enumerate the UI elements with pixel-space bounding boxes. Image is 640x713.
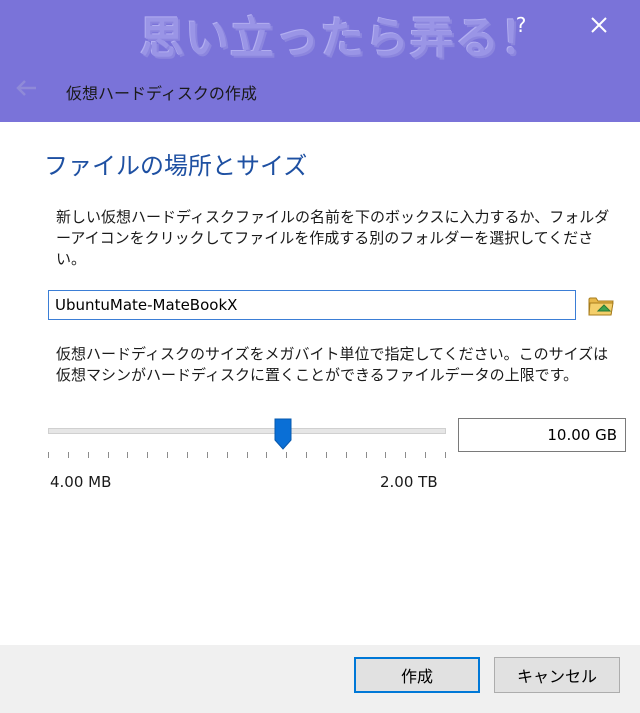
slider-tick [366,452,367,458]
file-name-input[interactable] [48,290,576,320]
slider-tick [286,452,287,458]
slider-tick [147,452,148,458]
slider-tick [88,452,89,458]
slider-tick [266,452,267,458]
slider-tick [207,452,208,458]
slider-tick [187,452,188,458]
close-icon [591,17,607,33]
slider-tick [48,452,49,458]
choose-folder-button[interactable] [586,290,616,320]
size-input[interactable] [458,418,626,452]
slider-min-label: 4.00 MB [50,473,112,491]
slider-tick [167,452,168,458]
location-description: 新しい仮想ハードディスクファイルの名前を下のボックスに入力するか、フォルダーアイ… [56,208,610,268]
watermark-logo: 思い立ったら弄る！ [140,13,545,64]
close-button[interactable] [584,8,614,42]
slider-tick [227,452,228,458]
slider-tick [405,452,406,458]
slider-tick [425,452,426,458]
slider-tick [326,452,327,458]
slider-track[interactable] [48,428,446,434]
slider-max-label: 2.00 TB [380,473,438,491]
slider-tick [68,452,69,458]
dialog-title: 仮想ハードディスクの作成 [66,84,257,103]
slider-tick [306,452,307,458]
slider-tick [108,452,109,458]
slider-tick [346,452,347,458]
back-button[interactable] [12,76,42,100]
create-button[interactable]: 作成 [354,657,480,693]
size-description: 仮想ハードディスクのサイズをメガバイト単位で指定してください。このサイズは仮想マ… [56,345,609,384]
title-bar: 思い立ったら弄る！ ? 仮想ハードディスクの作成 [0,0,640,122]
section-heading: ファイルの場所とサイズ [44,152,308,180]
slider-ticks [48,452,446,460]
slider-tick [127,452,128,458]
help-button[interactable]: ? [510,12,532,38]
size-slider[interactable] [48,418,446,462]
folder-icon [588,297,614,316]
slider-tick [445,452,446,458]
slider-handle[interactable] [274,418,292,450]
cancel-button[interactable]: キャンセル [494,657,620,693]
back-arrow-icon [16,80,36,96]
slider-tick [385,452,386,458]
slider-tick [247,452,248,458]
